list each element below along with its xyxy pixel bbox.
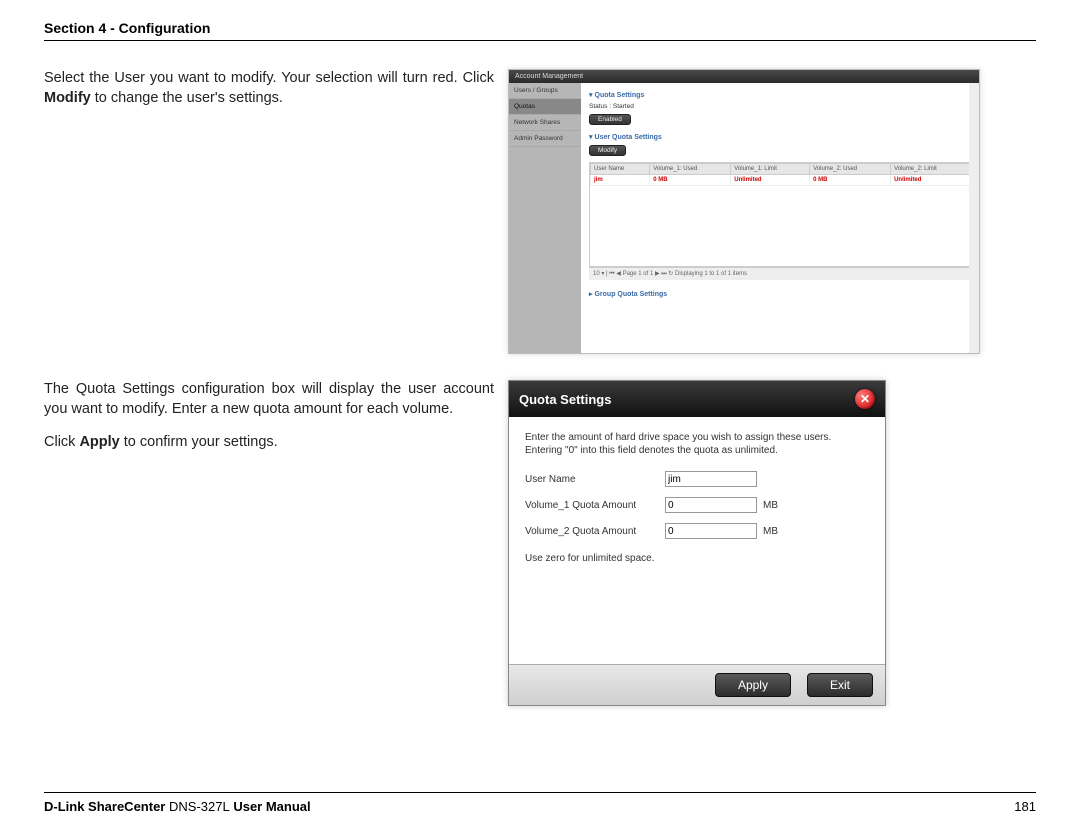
status-value: Started [613,103,634,110]
dialog-description: Enter the amount of hard drive space you… [525,431,869,457]
user-name-input[interactable] [665,471,757,487]
cell-v2u: 0 MB [810,175,891,186]
unit-mb: MB [763,526,778,537]
user-name-label: User Name [525,474,665,485]
dialog-note: Use zero for unlimited space. [525,553,869,564]
text: Click [44,434,79,450]
col-v2-used[interactable]: Volume_2: Used [810,164,891,175]
scrollbar[interactable] [969,83,979,353]
page-number: 181 [1014,799,1036,814]
modify-button[interactable]: Modify [589,145,626,156]
main-panel: ▾Quota Settings Status : Started Enabled… [581,83,979,353]
instruction-block-2: The Quota Settings configuration box wil… [44,380,494,467]
col-v1-limit[interactable]: Volume_1: Limit [731,164,810,175]
apply-button[interactable]: Apply [715,673,791,697]
group-quota-settings-header[interactable]: ▸ Group Quota Settings [589,290,971,298]
status-label: Status : [589,103,611,110]
col-v2-limit[interactable]: Volume_2: Limit [891,164,970,175]
footer-model: DNS-327L [169,799,230,814]
exit-button[interactable]: Exit [807,673,873,697]
col-v1-used[interactable]: Volume_1: Used [650,164,731,175]
close-icon[interactable]: ✕ [855,389,875,409]
sidebar-item-users-groups[interactable]: Users / Groups [509,83,581,99]
unit-mb: MB [763,500,778,511]
sidebar-item-quotas[interactable]: Quotas [509,99,581,115]
footer-brand: D-Link ShareCenter [44,799,165,814]
quota-table: User Name Volume_1: Used Volume_1: Limit… [589,162,971,267]
modify-bold: Modify [44,90,91,106]
v2-quota-input[interactable] [665,523,757,539]
cell-v1u: 0 MB [650,175,731,186]
text: Select the User you want to modify. Your… [44,70,494,86]
sidebar-item-network-shares[interactable]: Network Shares [509,115,581,131]
v2-quota-label: Volume_2 Quota Amount [525,526,665,537]
page-footer: D-Link ShareCenter DNS-327L User Manual … [44,792,1036,814]
cell-v1l: Unlimited [731,175,810,186]
cell-user: jim [591,175,650,186]
sidebar-item-admin-password[interactable]: Admin Password [509,131,581,147]
instruction-block-1: Select the User you want to modify. Your… [44,69,494,122]
v1-quota-label: Volume_1 Quota Amount [525,500,665,511]
footer-suffix: User Manual [233,799,310,814]
sidebar: Users / Groups Quotas Network Shares Adm… [509,83,581,353]
window-title: Account Management [509,70,979,83]
table-row[interactable]: jim 0 MB Unlimited 0 MB Unlimited [591,175,970,186]
enabled-button[interactable]: Enabled [589,114,631,125]
screenshot-quota-dialog: Quota Settings ✕ Enter the amount of har… [508,380,886,706]
cell-v2l: Unlimited [891,175,970,186]
text: to change the user's settings. [91,90,283,106]
table-pager[interactable]: 10 ▾ | ⏮ ◀ Page 1 of 1 ▶ ⏭ ↻ Displaying … [589,267,971,280]
user-quota-settings-header[interactable]: ▾User Quota Settings [589,133,971,141]
section-header: Section 4 - Configuration [44,20,1036,41]
text: The Quota Settings configuration box wil… [44,380,494,419]
col-user-name[interactable]: User Name [591,164,650,175]
quota-settings-header[interactable]: ▾Quota Settings [589,91,971,99]
apply-bold: Apply [79,434,119,450]
screenshot-account-management: Account Management Users / Groups Quotas… [508,69,980,354]
v1-quota-input[interactable] [665,497,757,513]
dialog-title: Quota Settings [519,392,611,407]
text: to confirm your settings. [120,434,278,450]
